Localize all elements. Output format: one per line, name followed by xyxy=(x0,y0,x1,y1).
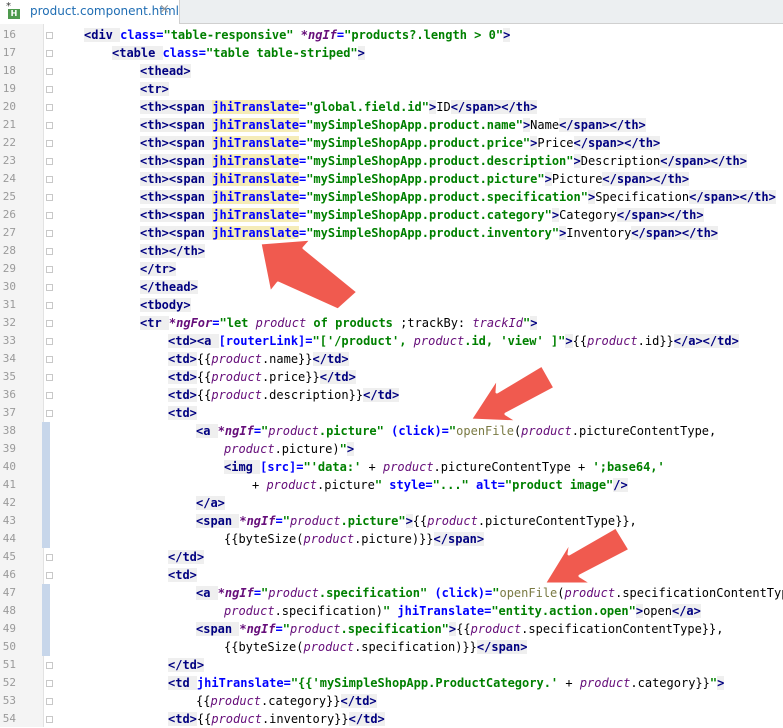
annotation-arrow-2 xyxy=(468,363,557,424)
annotation-arrows xyxy=(258,237,632,586)
annotation-arrow-3 xyxy=(542,525,632,586)
annotation-arrow-1 xyxy=(258,237,360,312)
